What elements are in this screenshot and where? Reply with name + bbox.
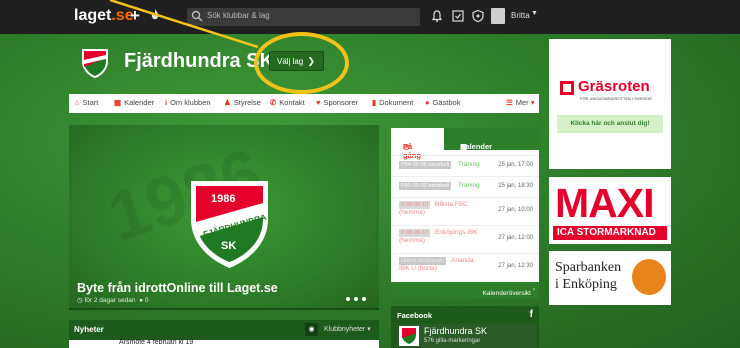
calendar-icon: ▦ bbox=[114, 98, 122, 107]
maxi-title: MAXI bbox=[555, 180, 654, 226]
nav-item-mer[interactable]: ☰ Mer ▾ bbox=[506, 98, 535, 107]
list-item[interactable]: P04-05-06 handboll Träning 25 jan, 17:00 bbox=[391, 155, 539, 176]
facebook-title: Facebook bbox=[397, 311, 433, 320]
document-icon: ▮ bbox=[372, 98, 377, 107]
checkbox-icon[interactable] bbox=[451, 9, 465, 23]
nav-item-dokument[interactable]: ▮ Dokument bbox=[372, 98, 413, 107]
club-crest-icon bbox=[399, 326, 419, 346]
menu-icon: ☰ bbox=[506, 98, 513, 107]
event-title[interactable]: Enköpings IBK (hemma) bbox=[399, 229, 479, 245]
info-icon: i bbox=[165, 98, 168, 107]
shield-icon[interactable] bbox=[471, 9, 485, 23]
facebook-page-name[interactable]: Fjärdhundra SK bbox=[424, 326, 487, 336]
event-title[interactable]: Arlanda IBK U (borta) bbox=[399, 257, 483, 273]
nav-item-kalender[interactable]: ▦ Kalender bbox=[114, 98, 154, 107]
club-crest-large: 1986 FJÄRDHUNDRA SK bbox=[191, 181, 268, 268]
slide-time: för 2 dagar sedan bbox=[84, 297, 136, 304]
slide-dot[interactable] bbox=[346, 297, 350, 301]
bell-icon[interactable] bbox=[430, 9, 444, 23]
slide-comments: 0 bbox=[144, 297, 149, 304]
event-tag: P01-02-03 handboll bbox=[399, 182, 452, 190]
grasroten-title: Gräsroten bbox=[578, 78, 650, 95]
news-item-title[interactable]: Årsmöte 4 februari kl 19 bbox=[119, 339, 193, 346]
club-crest-icon[interactable] bbox=[78, 46, 112, 80]
ica-logo-icon bbox=[560, 81, 574, 95]
crest-year: 1986 bbox=[211, 193, 235, 205]
list-item[interactable]: Herrar innebandy Arlanda IBK U (borta) 2… bbox=[391, 253, 539, 281]
sparbanken-logo-icon bbox=[632, 259, 666, 295]
rss-icon[interactable]: ◉ bbox=[305, 323, 318, 336]
user-name[interactable]: Britta bbox=[511, 11, 530, 20]
club-navigation: ⌂ Start ▦ Kalender i Om klubben ♟ Styrelse ✆… bbox=[69, 94, 539, 113]
event-tag: P04-05-06 handboll bbox=[399, 161, 452, 169]
slide-title[interactable]: Byte från idrottOnline till Laget.se bbox=[77, 281, 278, 295]
crest-abbr: SK bbox=[221, 240, 236, 252]
club-name: Fjärdhundra SK bbox=[124, 50, 275, 72]
news-title: Nyheter bbox=[74, 325, 104, 334]
top-navigation-bar: laget.se + Sök klubbar & lag Britta ▼ bbox=[0, 0, 740, 34]
grasroten-subtitle: FÖR UNGDOMSIDROTTEN I SVERIGE bbox=[580, 96, 653, 101]
clock-icon: ◷ bbox=[77, 297, 83, 304]
sparbanken-ad[interactable]: Sparbanken i Enköping bbox=[549, 251, 671, 305]
laget-logo[interactable]: laget.se bbox=[74, 7, 134, 25]
list-item[interactable]: P 08-09-10 Bålsta FBC (hemma) 27 jan, 10… bbox=[391, 197, 539, 225]
facebook-likes: 576 gilla-markeringar bbox=[424, 338, 481, 344]
event-title[interactable]: Träning bbox=[458, 161, 480, 168]
home-icon: ⌂ bbox=[75, 98, 80, 107]
slide-progress bbox=[69, 308, 379, 310]
nav-item-sponsorer[interactable]: ♥ Sponsorer bbox=[316, 98, 358, 107]
tab-pa-gang[interactable]: ◷ På gång bbox=[391, 128, 444, 160]
highlight-circle bbox=[254, 32, 349, 94]
nav-item-styrelse[interactable]: ♟ Styrelse bbox=[224, 98, 261, 107]
search-input[interactable]: Sök klubbar & lag bbox=[207, 11, 270, 20]
chevron-down-icon[interactable]: ▼ bbox=[531, 10, 538, 17]
activity-panel: ◷ På gång ▦ Kalender P04-05-06 handboll … bbox=[391, 128, 539, 299]
event-date: 25 jan, 18:30 bbox=[498, 183, 533, 189]
chat-icon: ● bbox=[425, 98, 430, 107]
list-item[interactable]: P 08-09-10 Enköpings IBK (hemma) 27 jan,… bbox=[391, 225, 539, 253]
event-title[interactable]: Träning bbox=[458, 182, 480, 189]
slide-dot[interactable] bbox=[362, 297, 366, 301]
event-date: 27 jan, 10:00 bbox=[498, 207, 533, 213]
nav-item-kontakt[interactable]: ✆ Kontakt bbox=[270, 98, 305, 107]
flame-icon[interactable] bbox=[148, 8, 162, 22]
event-date: 25 jan, 17:00 bbox=[498, 162, 533, 168]
grasroten-ad[interactable]: Gräsroten FÖR UNGDOMSIDROTTEN I SVERIGE … bbox=[549, 39, 671, 169]
nav-item-start[interactable]: ⌂ Start bbox=[75, 98, 98, 107]
search-icon bbox=[191, 10, 203, 22]
event-date: 27 jan, 12:00 bbox=[498, 235, 533, 241]
news-slideshow[interactable]: 1986 1986 FJÄRDHUNDRA SK Byte från idrot… bbox=[69, 125, 379, 310]
grasroten-join-button[interactable]: Klicka här och anslut dig! bbox=[557, 115, 663, 133]
sparbanken-text: Sparbanken i Enköping bbox=[555, 260, 622, 292]
add-button[interactable]: + bbox=[130, 6, 140, 26]
avatar[interactable] bbox=[491, 8, 505, 24]
search-box[interactable]: Sök klubbar & lag bbox=[187, 8, 420, 26]
heart-icon: ♥ bbox=[316, 98, 321, 107]
event-title[interactable]: Bålsta FBC (hemma) bbox=[399, 201, 473, 217]
list-item[interactable]: P01-02-03 handboll Träning 25 jan, 18:30 bbox=[391, 176, 539, 197]
news-filter-dropdown[interactable]: Klubbnyheter ▾ bbox=[324, 325, 371, 333]
facebook-page-card[interactable]: Fjärdhundra SK 576 gilla-markeringar bbox=[397, 324, 537, 348]
slide-meta: ◷ för 2 dagar sedan ● 0 bbox=[77, 296, 148, 304]
person-icon: ♟ bbox=[224, 98, 231, 107]
event-date: 27 jan, 12:30 bbox=[498, 263, 533, 269]
calendar-overview-link[interactable]: Kalenderöversikt › bbox=[391, 282, 539, 299]
list-item[interactable]: Årsmöte 4 februari kl 19 bbox=[69, 339, 379, 348]
phone-icon: ✆ bbox=[270, 98, 277, 107]
tab-kalender[interactable]: ▦ Kalender bbox=[444, 128, 539, 151]
facebook-widget: Facebook f Fjärdhundra SK 576 gilla-mark… bbox=[391, 306, 539, 348]
comment-icon: ● bbox=[139, 297, 143, 304]
maxi-subtitle: ICA STORMARKNAD bbox=[553, 226, 667, 240]
news-header: Nyheter ◉ Klubbnyheter ▾ bbox=[69, 320, 379, 340]
nav-item-gastbok[interactable]: ● Gästbok bbox=[425, 98, 460, 107]
nav-item-om-klubben[interactable]: i Om klubben bbox=[165, 98, 211, 107]
facebook-icon[interactable]: f bbox=[530, 309, 533, 320]
slide-dot[interactable] bbox=[354, 297, 358, 301]
maxi-ad[interactable]: MAXI ICA STORMARKNAD bbox=[549, 177, 671, 244]
